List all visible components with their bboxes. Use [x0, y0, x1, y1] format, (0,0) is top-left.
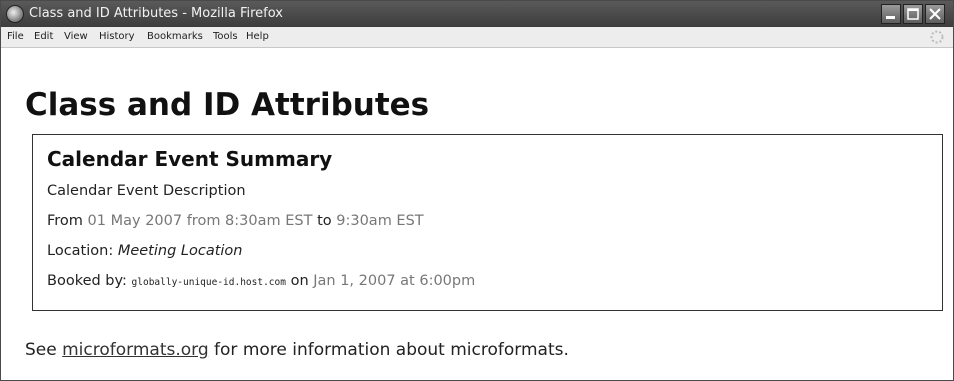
footer-suffix: for more information about microformats.: [214, 340, 569, 360]
event-booked: Booked by: globally-unique-id.host.com o…: [47, 273, 475, 289]
page-content: Class and ID Attributes Calendar Event S…: [1, 48, 953, 380]
window-title: Class and ID Attributes - Mozilla Firefo…: [29, 6, 283, 21]
event-time: From 01 May 2007 from 8:30am EST to 9:30…: [47, 213, 424, 229]
maximize-icon: [907, 8, 919, 20]
menu-edit[interactable]: Edit: [34, 31, 53, 42]
booked-label: Booked by:: [47, 273, 127, 289]
on-label: on: [290, 273, 309, 289]
from-label: From: [47, 213, 83, 229]
event-description: Calendar Event Description: [47, 183, 246, 199]
menu-bar: File Edit View History Bookmarks Tools H…: [1, 27, 953, 48]
to-label: to: [317, 213, 332, 229]
minimize-button[interactable]: [881, 4, 901, 24]
booked-id: globally-unique-id.host.com: [131, 277, 286, 288]
menu-history[interactable]: History: [99, 31, 135, 42]
location-value: Meeting Location: [117, 243, 243, 259]
page-title: Class and ID Attributes: [25, 87, 430, 123]
booked-date: Jan 1, 2007 at 6:00pm: [313, 273, 476, 289]
close-button[interactable]: [925, 4, 945, 24]
minimize-icon: [886, 16, 895, 19]
title-bar[interactable]: Class and ID Attributes - Mozilla Firefo…: [1, 1, 953, 27]
footer-prefix: See: [25, 340, 57, 360]
browser-window: Class and ID Attributes - Mozilla Firefo…: [0, 0, 954, 381]
menu-view[interactable]: View: [64, 31, 88, 42]
menu-bookmarks[interactable]: Bookmarks: [147, 31, 203, 42]
event-location: Location: Meeting Location: [47, 243, 242, 259]
menu-tools[interactable]: Tools: [213, 31, 238, 42]
throbber-icon: [930, 30, 944, 44]
location-label: Location:: [47, 243, 114, 259]
maximize-button[interactable]: [903, 4, 923, 24]
firefox-icon: [6, 5, 24, 23]
event-summary: Calendar Event Summary: [47, 147, 333, 171]
event-end: 9:30am EST: [336, 213, 424, 229]
calendar-event: Calendar Event Summary Calendar Event De…: [32, 134, 943, 311]
event-start: 01 May 2007 from 8:30am EST: [87, 213, 313, 229]
menu-help[interactable]: Help: [246, 31, 269, 42]
menu-file[interactable]: File: [7, 31, 24, 42]
close-icon: [929, 8, 941, 20]
footer-note: See microformats.org for more informatio…: [25, 340, 569, 360]
microformats-link[interactable]: microformats.org: [62, 340, 209, 360]
